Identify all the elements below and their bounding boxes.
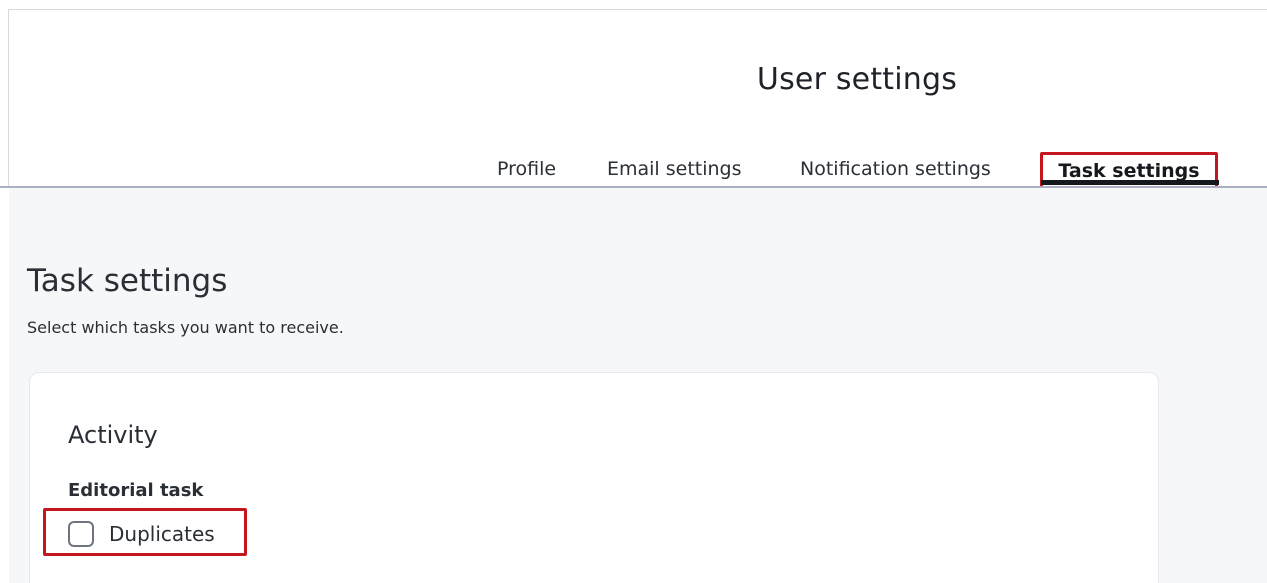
- tab-email-settings[interactable]: Email settings: [607, 155, 742, 183]
- activity-card: Activity Editorial task Duplicates: [29, 372, 1159, 583]
- duplicates-option[interactable]: Duplicates: [43, 508, 247, 556]
- tab-profile[interactable]: Profile: [497, 155, 556, 183]
- section-description: Select which tasks you want to receive.: [27, 318, 344, 337]
- page-title: User settings: [756, 62, 958, 97]
- group-label-editorial-task: Editorial task: [68, 480, 204, 501]
- duplicates-checkbox[interactable]: [68, 521, 94, 547]
- user-settings-page: User settings Profile Email settings Not…: [0, 0, 1267, 583]
- section-title: Task settings: [27, 263, 228, 299]
- card-title: Activity: [68, 421, 158, 449]
- settings-header: User settings Profile Email settings Not…: [9, 10, 1267, 189]
- duplicates-label[interactable]: Duplicates: [109, 521, 215, 547]
- tab-notification-settings[interactable]: Notification settings: [800, 155, 991, 183]
- task-settings-content: Task settings Select which tasks you wan…: [9, 188, 1267, 583]
- active-tab-indicator: [1041, 180, 1219, 185]
